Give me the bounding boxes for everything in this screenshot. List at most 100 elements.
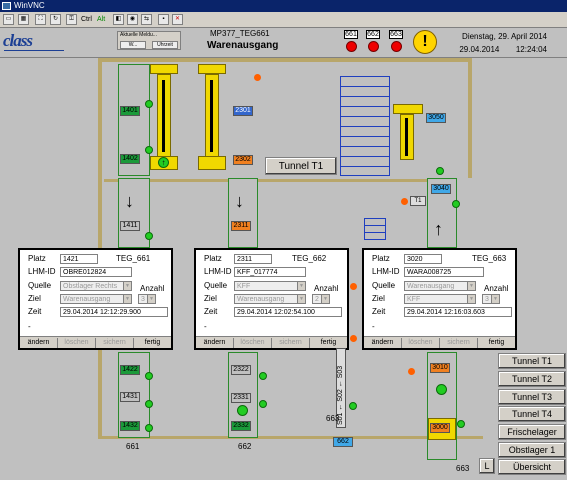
lhm-label: LHM-ID [28,267,56,276]
anzahl-value: 3 [485,296,489,303]
slot-1402[interactable]: 1402 [120,154,140,164]
nav-uebersicht-button[interactable]: Übersicht [498,459,566,475]
sichern-button[interactable]: sichern [440,338,478,348]
fullscreen-icon[interactable]: ⛶ [35,14,46,25]
slot-2322[interactable]: 2322 [231,365,251,375]
sensor-dot [145,100,153,108]
status-dash: - [28,322,31,331]
dropdown-arrow-icon: ▼ [123,295,131,303]
lhm-field[interactable]: OBRE012824 [60,267,132,277]
zeit-field[interactable]: 29.04.2014 12:02:54.100 [234,307,342,317]
zeit-field[interactable]: 29.04.2014 12:12:29.900 [60,307,168,317]
loeschen-button[interactable]: löschen [402,338,440,348]
anzahl-select[interactable]: 3 ▼ [138,294,156,304]
nav-frischelager-button[interactable]: Frischelager [498,424,566,440]
slot-2332[interactable]: 2332 [231,421,251,431]
options-icon[interactable]: ▦ [18,14,29,25]
ctrl-alt-del-icon[interactable]: ⚿ [66,14,77,25]
refresh-icon[interactable]: ↻ [50,14,61,25]
slot-3010[interactable]: 3010 [430,363,450,373]
slot-1432[interactable]: 1432 [120,421,140,431]
lift-2-top [198,64,226,74]
dropdown-arrow-icon: ▼ [297,295,305,303]
anzahl-select[interactable]: 2 ▼ [312,294,330,304]
save-icon[interactable]: ▪ [158,14,169,25]
loeschen-button[interactable]: löschen [58,338,96,348]
wall-top [98,58,472,62]
slot-1422[interactable]: 1422 [120,365,140,375]
fertig-button[interactable]: fertig [478,338,515,348]
anzahl-label: Anzahl [484,284,509,293]
fertig-button[interactable]: fertig [134,338,171,348]
wall-left-lower [98,346,102,439]
lhm-field[interactable]: WARA008725 [404,267,484,277]
time: 12:24:04 [515,45,547,54]
l-button[interactable]: L [479,458,495,474]
alarm-662[interactable]: 662 [366,30,380,52]
sensor-dot [145,232,153,240]
platz-field[interactable]: 1421 [60,254,98,264]
slot-1401[interactable]: 1401 [120,106,140,116]
nav-tunnel-t4-button[interactable]: Tunnel T4 [498,406,566,422]
sichern-button[interactable]: sichern [272,338,310,348]
close-connection-icon[interactable]: ✕ [172,14,183,25]
tunnel-tag: T1 [410,196,426,206]
slot-3050[interactable]: 3050 [426,113,446,123]
tunnel-t1-button[interactable]: Tunnel T1 [265,157,337,175]
start-icon[interactable]: ◧ [113,14,124,25]
nav-tunnel-t2-button[interactable]: Tunnel T2 [498,371,566,387]
sichern-button[interactable]: sichern [96,338,134,348]
slot-2331[interactable]: 2331 [231,393,251,403]
lift-2-carriage [198,156,226,170]
zeit-label: Zeit [28,307,42,316]
toolbar: ▭ ▦ ⛶ ↻ ⚿ Ctrl Alt ◧ ◉ ⇆ ▪ ✕ [0,12,567,28]
slot-3000[interactable]: 3000 [430,423,450,433]
slot-1431[interactable]: 1431 [120,392,140,402]
slot-1411[interactable]: 1411 [120,221,140,231]
transport-panel-662: Platz 2311 TEG_662 LHM-ID KFF_017774 Que… [194,248,349,350]
dropdown-arrow-icon: ▼ [123,282,131,290]
warning-icon[interactable]: ! [413,30,437,54]
nav-tunnel-t3-button[interactable]: Tunnel T3 [498,389,566,405]
connection-icon[interactable]: ▭ [3,14,14,25]
message-time-button[interactable]: Uhrzeit [152,41,178,49]
lhm-label: LHM-ID [204,267,232,276]
loeschen-button[interactable]: löschen [234,338,272,348]
sensor-dot [452,200,460,208]
fertig-button[interactable]: fertig [310,338,347,348]
platz-field[interactable]: 2311 [234,254,272,264]
nav-tunnel-t1-button[interactable]: Tunnel T1 [498,353,566,369]
ziel-select[interactable]: Warenausgang ▼ [234,294,306,304]
platz-field[interactable]: 3020 [404,254,442,264]
message-box-title: Aktuelle Meldu... [120,32,157,38]
slot-2302[interactable]: 2302 [233,155,253,165]
aendern-button[interactable]: ändern [196,338,234,348]
quelle-select[interactable]: KFF ▼ [234,281,306,291]
anzahl-select[interactable]: 3 ▼ [482,294,500,304]
alarm-lamp-icon [367,41,379,52]
quelle-select[interactable]: Warenausgang ▼ [404,281,476,291]
slot-2301[interactable]: 2301 [233,106,253,116]
slot-662[interactable]: 662 [333,437,353,447]
view-icon[interactable]: ◉ [127,14,138,25]
slot-2311[interactable]: 2311 [231,221,251,231]
alarm-661[interactable]: 661 [344,30,358,52]
quelle-select[interactable]: Obstlager Rechts ▼ [60,281,132,291]
message-filter-button[interactable]: W... [120,41,146,49]
transfer-icon[interactable]: ⇆ [141,14,152,25]
ctrl-key-button[interactable]: Ctrl [81,14,92,25]
aendern-button[interactable]: ändern [364,338,402,348]
aendern-button[interactable]: ändern [20,338,58,348]
alt-key-button[interactable]: Alt [97,14,105,25]
zeit-field[interactable]: 29.04.2014 12:16:03.603 [404,307,512,317]
quelle-value: Obstlager Rechts [63,283,118,290]
lhm-field[interactable]: KFF_017774 [234,267,306,277]
alarm-663[interactable]: 663 [389,30,403,52]
ziel-select[interactable]: Warenausgang ▼ [60,294,132,304]
panel-button-bar: ändern löschen sichern fertig [196,336,347,348]
date-time-row: 29.04.2014 12:24:04 [455,43,547,56]
sensor-dot [145,400,153,408]
ziel-select[interactable]: KFF ▼ [404,294,476,304]
slot-3040[interactable]: 3040 [431,184,451,194]
nav-obstlager-button[interactable]: Obstlager 1 [498,442,566,458]
